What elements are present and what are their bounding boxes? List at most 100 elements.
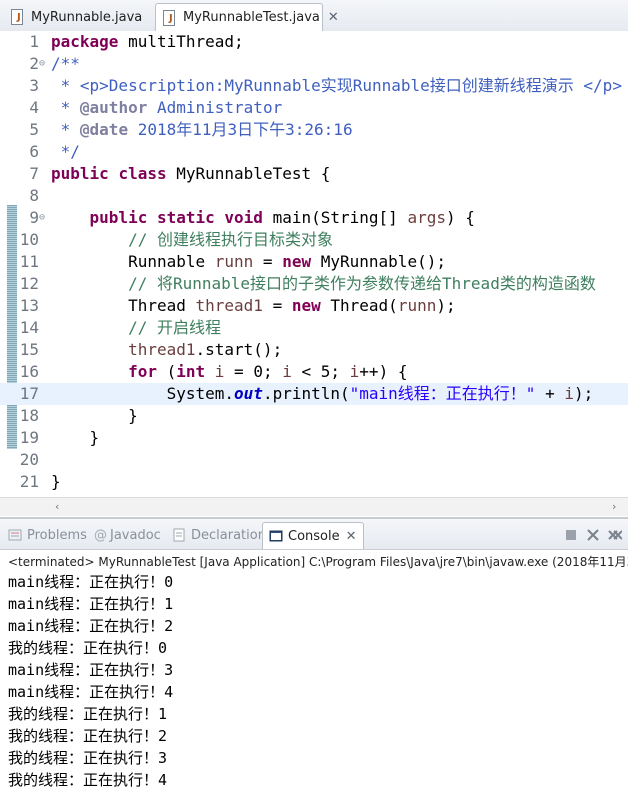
code-text: // 创建线程执行目标类对象: [128, 230, 333, 249]
editor-tab-myrunnabletest[interactable]: J MyRunnableTest.java ✕: [155, 3, 339, 31]
code-line[interactable]: 1 package multiThread;: [0, 31, 628, 53]
line-number: 1: [29, 32, 39, 51]
tab-javadoc[interactable]: @ Javadoc: [94, 523, 161, 547]
console-output-line: 我的线程：正在执行！0: [8, 639, 168, 657]
code-line[interactable]: 7 public class MyRunnableTest {: [0, 163, 628, 185]
remove-launch-icon[interactable]: [586, 527, 600, 541]
javadoc-icon: @: [94, 528, 107, 543]
line-number: 6: [29, 142, 39, 161]
console-output-line: 我的线程：正在执行！2: [8, 727, 168, 745]
line-number: 7: [29, 164, 39, 183]
line-number: 4: [29, 98, 39, 117]
code-text: * @date 2018年11月3日下午3:26:16: [51, 120, 353, 139]
console-output-line: main线程：正在执行！2: [8, 617, 174, 635]
line-number: 19: [19, 428, 39, 447]
code-text: for (int i = 0; i < 5; i++) {: [128, 362, 408, 381]
code-line[interactable]: 10 // 创建线程执行目标类对象: [0, 229, 628, 251]
code-text: System.out.println("main线程：正在执行！" + i);: [51, 384, 594, 403]
terminate-icon[interactable]: [564, 527, 578, 541]
code-line[interactable]: 11 Runnable runn = new MyRunnable();: [0, 251, 628, 273]
console-status: <terminated> MyRunnableTest [Java Applic…: [8, 555, 628, 569]
code-text: package multiThread;: [51, 32, 244, 51]
code-text: * <p>Description:MyRunnable实现Runnable接口创…: [51, 76, 622, 95]
code-editor[interactable]: 1 package multiThread; 2 ⊖/** 3 * <p>Descrip…: [0, 31, 628, 497]
code-line[interactable]: 12 // 将Runnable接口的子类作为参数传递给Thread类的构造函数: [0, 273, 628, 295]
code-line[interactable]: 4 * @author Administrator: [0, 97, 628, 119]
code-line[interactable]: 19 }: [0, 427, 628, 449]
horizontal-scrollbar[interactable]: ‹ ›: [0, 497, 628, 516]
line-number: 13: [19, 296, 39, 315]
line-number: 20: [19, 450, 39, 469]
line-number: 21: [19, 472, 39, 491]
editor-tab-label: MyRunnable.java: [31, 9, 143, 25]
console-icon: [269, 529, 283, 543]
code-line[interactable]: 13 Thread thread1 = new Thread(runn);: [0, 295, 628, 317]
line-number: 3: [29, 76, 39, 95]
tab-problems[interactable]: Problems: [8, 523, 87, 547]
console-output-line: 我的线程：正在执行！1: [8, 705, 168, 723]
code-line[interactable]: 3 * <p>Description:MyRunnable实现Runnable接…: [0, 75, 628, 97]
code-line[interactable]: 18 }: [0, 405, 628, 427]
remove-all-terminated-icon[interactable]: [608, 527, 623, 541]
code-text: * @author Administrator: [51, 98, 283, 117]
scroll-right-icon[interactable]: ›: [612, 500, 616, 513]
console-output-line: 我的线程：正在执行！4: [8, 771, 168, 789]
line-number: 17: [19, 384, 39, 403]
code-text: Runnable runn = new MyRunnable();: [51, 252, 446, 271]
code-line[interactable]: 5 * @date 2018年11月3日下午3:26:16: [0, 119, 628, 141]
console-output[interactable]: main线程：正在执行！0 main线程：正在执行！1 main线程：正在执行！2 我…: [8, 571, 628, 791]
console-panel: Problems @ Javadoc Declaration Console ✕: [0, 517, 628, 793]
declaration-icon: [172, 528, 186, 542]
console-output-line: main线程：正在执行！4: [8, 683, 174, 701]
console-output-line: main线程：正在执行！3: [8, 661, 174, 679]
fold-collapse-icon[interactable]: ⊖: [39, 53, 49, 75]
code-line[interactable]: 2 ⊖/**: [0, 53, 628, 75]
console-output-line: main线程：正在执行！1: [8, 595, 174, 613]
tab-label: Declaration: [191, 527, 266, 543]
code-text: public static void main(String[] args) {: [89, 208, 475, 227]
code-line[interactable]: 6 */: [0, 141, 628, 163]
line-number: 18: [19, 406, 39, 425]
tab-label: Javadoc: [110, 527, 161, 543]
java-file-icon: J: [11, 9, 25, 25]
editor-tab-bar: J MyRunnable.java J MyRunnableTest.java …: [0, 0, 628, 32]
scroll-left-icon[interactable]: ‹: [55, 500, 59, 513]
code-line[interactable]: 20: [0, 449, 628, 471]
code-line[interactable]: 9 ⊖ public static void main(String[] args…: [0, 207, 628, 229]
console-output-line: main线程：正在执行！0: [8, 573, 174, 591]
code-line[interactable]: 14 // 开启线程: [0, 317, 628, 339]
code-text: }: [51, 406, 138, 425]
code-line[interactable]: 16 for (int i = 0; i < 5; i++) {: [0, 361, 628, 383]
line-number: 15: [19, 340, 39, 359]
java-file-icon: J: [163, 9, 177, 26]
tab-label: Console: [288, 528, 340, 544]
fold-collapse-icon[interactable]: ⊖: [39, 207, 49, 229]
code-line[interactable]: 15 thread1.start();: [0, 339, 628, 361]
code-line[interactable]: 21}: [0, 471, 628, 493]
code-text: }: [51, 472, 61, 491]
code-line[interactable]: 17 System.out.println("main线程：正在执行！" + i…: [0, 383, 628, 405]
line-number: 2: [29, 54, 39, 73]
console-output-line: 我的线程：正在执行！3: [8, 749, 168, 767]
tab-declaration[interactable]: Declaration: [172, 523, 266, 547]
code-text: thread1.start();: [128, 340, 283, 359]
line-number: 12: [19, 274, 39, 293]
tab-console[interactable]: Console ✕: [262, 522, 364, 549]
line-number: 10: [19, 230, 39, 249]
close-icon[interactable]: ✕: [346, 529, 357, 544]
line-number: 9: [29, 208, 39, 227]
problems-icon: [8, 528, 22, 542]
code-text: // 将Runnable接口的子类作为参数传递给Thread类的构造函数: [128, 274, 596, 293]
code-text: // 开启线程: [128, 318, 221, 337]
editor-tab-myrunnable[interactable]: J MyRunnable.java: [4, 4, 152, 30]
view-tab-bar: Problems @ Javadoc Declaration Console ✕: [0, 519, 628, 550]
code-text: /**: [51, 54, 80, 73]
line-number: 11: [19, 252, 39, 271]
close-icon[interactable]: ✕: [328, 10, 339, 25]
console-toolbar: [564, 527, 623, 541]
tab-label: Problems: [27, 527, 87, 543]
code-text: }: [51, 428, 100, 447]
code-text: public class MyRunnableTest {: [51, 164, 331, 183]
line-number: 8: [29, 186, 39, 205]
code-line[interactable]: 8: [0, 185, 628, 207]
